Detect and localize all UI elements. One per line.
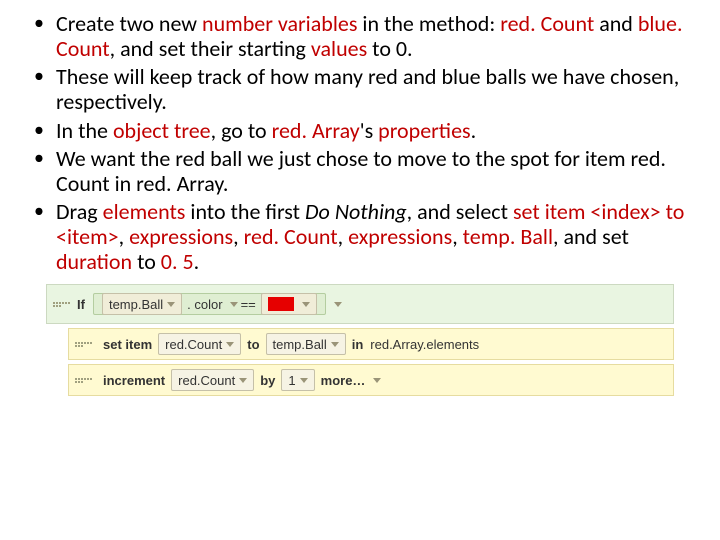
equals-label: == — [241, 297, 256, 312]
bullet-item: These will keep track of how many red an… — [28, 65, 692, 114]
dropdown-icon — [226, 342, 234, 347]
drag-grip-icon[interactable] — [53, 293, 71, 315]
amount-tile[interactable]: 1 — [281, 369, 314, 391]
bullet-item: Drag elements into the first Do Nothing,… — [28, 200, 692, 274]
if-keyword: If — [77, 297, 85, 312]
dropdown-icon[interactable] — [334, 302, 342, 307]
drag-grip-icon[interactable] — [75, 369, 93, 391]
red-swatch-icon — [268, 297, 294, 311]
value-tile[interactable]: temp.Ball — [266, 333, 346, 355]
increment-var-tile[interactable]: red.Count — [171, 369, 254, 391]
index-tile[interactable]: red.Count — [158, 333, 241, 355]
dropdown-icon[interactable] — [373, 378, 381, 383]
increment-row[interactable]: increment red.Count by 1 more… — [68, 364, 674, 396]
bullet-item: In the object tree, go to red. Array's p… — [28, 119, 692, 144]
bullet-item: We want the red ball we just chose to mo… — [28, 147, 692, 196]
bullet-item: Create two new number variables in the m… — [28, 12, 692, 61]
dropdown-icon — [331, 342, 339, 347]
increment-label: increment — [103, 373, 165, 388]
drag-grip-icon[interactable] — [75, 333, 93, 355]
dropdown-icon — [239, 378, 247, 383]
by-label: by — [260, 373, 275, 388]
if-row[interactable]: If temp.Ball . color == — [46, 284, 674, 324]
dropdown-icon — [167, 302, 175, 307]
object-ref-tile[interactable]: temp.Ball — [102, 293, 182, 315]
dot-color-label: . color — [187, 297, 222, 312]
color-value-tile[interactable] — [261, 293, 317, 315]
dropdown-icon — [230, 302, 238, 307]
set-item-row[interactable]: set item red.Count to temp.Ball in red.A… — [68, 328, 674, 360]
set-item-label: set item — [103, 337, 152, 352]
to-label: to — [247, 337, 259, 352]
condition-tile[interactable]: temp.Ball . color == — [93, 293, 326, 315]
bullet-list: Create two new number variables in the m… — [28, 12, 692, 274]
more-label[interactable]: more… — [321, 373, 366, 388]
dropdown-icon — [300, 378, 308, 383]
code-screenshot: If temp.Ball . color == set item red.Cou… — [46, 284, 674, 396]
slide-body: Create two new number variables in the m… — [0, 0, 720, 274]
tempball-label: temp.Ball — [109, 297, 163, 312]
dropdown-icon — [302, 302, 310, 307]
in-label: in — [352, 337, 364, 352]
array-elements-label: red.Array.elements — [370, 337, 479, 352]
